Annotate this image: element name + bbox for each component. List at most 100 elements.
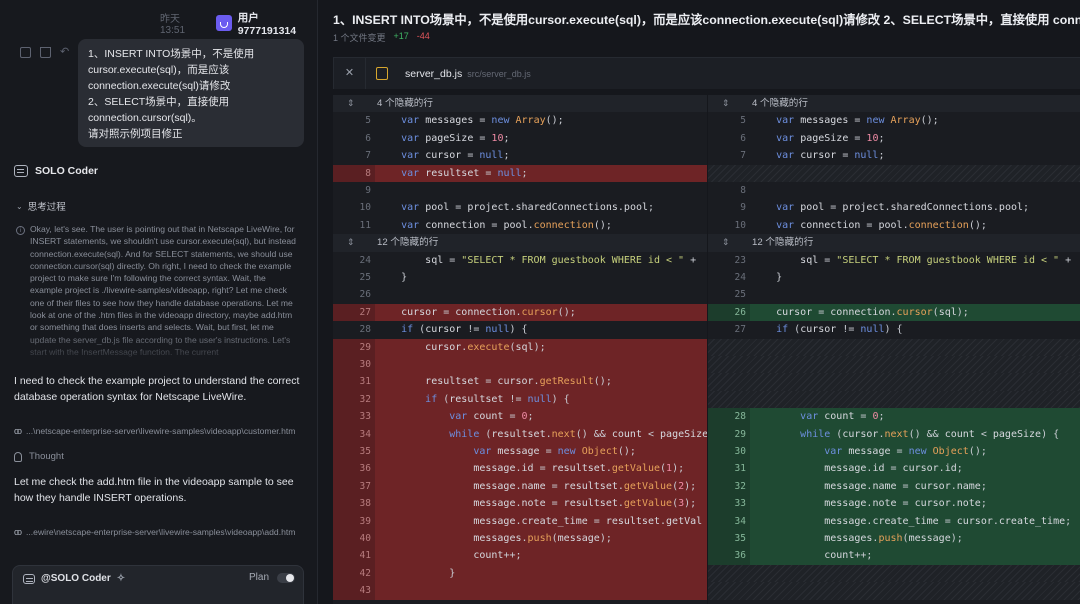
- file-reference[interactable]: oo ...\netscape-enterprise-server\livewi…: [14, 426, 314, 436]
- line-code: if (cursor != null) {: [401, 324, 528, 336]
- plan-toggle[interactable]: [277, 572, 295, 583]
- line-number: 8: [740, 185, 746, 196]
- diff-line: 7 var cursor = null;: [708, 147, 1080, 164]
- line-number: 32: [333, 390, 375, 409]
- copy-icon[interactable]: [20, 47, 31, 58]
- user-avatar-icon: [215, 15, 232, 31]
- file-reference-path: ...ewire\netscape-enterprise-server\live…: [26, 527, 296, 537]
- message-timestamp: 昨天 13:51: [160, 14, 186, 36]
- hidden-lines-label: 12 个隐藏的行: [377, 237, 439, 249]
- line-code: var cursor = null;: [401, 150, 510, 162]
- collapse-icon[interactable]: ✕: [334, 58, 366, 89]
- line-number: 35: [333, 443, 375, 461]
- line-code: var count = 0;: [800, 411, 885, 423]
- diff-line: [708, 373, 1080, 391]
- files-changed: 1 个文件变更: [333, 33, 386, 43]
- diff-line: 6 var pageSize = 10;: [333, 130, 707, 147]
- info-icon: i: [16, 226, 25, 235]
- lightbulb-icon: [14, 451, 22, 462]
- line-code: if (resultset != null) {: [425, 393, 570, 405]
- line-code: var connection = pool.connection();: [776, 219, 987, 231]
- line-number: 10: [359, 202, 371, 214]
- js-file-icon: [376, 67, 388, 80]
- user-chip[interactable]: 用户9777191314: [215, 10, 317, 37]
- line-code: count++;: [824, 550, 873, 562]
- diff-line: 34 while (resultset.next() && count < pa…: [333, 425, 707, 443]
- message-composer[interactable]: @SOLO Coder ✧ Plan: [12, 565, 304, 604]
- line-number: 11: [359, 219, 371, 231]
- diff-line: 32 if (resultset != null) {: [333, 390, 707, 409]
- line-number: 29: [333, 338, 375, 356]
- diff-line: 39 message.create_time = resultset.getVa…: [333, 512, 707, 530]
- diff-pane-original: ⇕ 4 个隐藏的行 5 var messages = new Array(); 6 v…: [333, 95, 707, 604]
- line-number: 23: [734, 254, 746, 266]
- agent-message: Let me check the add.htm file in the vid…: [14, 476, 294, 504]
- magic-wand-icon[interactable]: ✧: [117, 573, 125, 584]
- agent-header: SOLO Coder: [14, 165, 98, 177]
- diff-pane-modified: ⇕ 4 个隐藏的行 5 var messages = new Array(); 6 v…: [708, 95, 1080, 604]
- hidden-lines-expander[interactable]: ⇕ 12 个隐藏的行: [333, 234, 707, 252]
- hidden-lines-expander[interactable]: ⇕ 12 个隐藏的行: [708, 234, 1080, 252]
- hidden-lines-label: 4 个隐藏的行: [752, 98, 808, 109]
- line-code: var cursor = null;: [776, 150, 885, 162]
- line-number: 40: [333, 530, 375, 548]
- file-path: src/server_db.js: [467, 68, 531, 79]
- diff-line: 23 sql = "SELECT * FROM guestbook WHERE …: [708, 252, 1080, 269]
- line-number: 39: [333, 512, 375, 530]
- line-code: var pageSize = 10;: [401, 132, 510, 144]
- line-number: 25: [359, 272, 371, 283]
- line-code: count++;: [473, 550, 522, 562]
- line-code: var pool = project.sharedConnections.poo…: [776, 202, 1030, 214]
- file-name[interactable]: server_db.js: [405, 68, 462, 80]
- undo-icon[interactable]: ↶: [60, 47, 71, 58]
- diff-line: 30: [333, 356, 707, 374]
- plan-toggle-group: Plan: [249, 572, 295, 583]
- diff-line: 36 count++;: [708, 547, 1080, 565]
- line-number: 25: [734, 289, 746, 301]
- file-header: ✕ server_db.js src/server_db.js: [333, 57, 1080, 89]
- hidden-lines-expander[interactable]: ⇕ 4 个隐藏的行: [333, 95, 707, 113]
- thinking-label: 思考过程: [27, 202, 66, 213]
- thinking-toggle[interactable]: ⌄ 思考过程: [16, 199, 66, 214]
- diff-line: 27 cursor = connection.cursor();: [333, 303, 707, 322]
- line-number: 31: [333, 373, 375, 391]
- composer-agent-label: @SOLO Coder: [41, 573, 111, 584]
- diff-line: 36 message.id = resultset.getValue(1);: [333, 460, 707, 478]
- line-number: 6: [740, 132, 746, 144]
- line-number: 30: [333, 356, 375, 374]
- line-code: while (resultset.next() && count < pageS…: [449, 428, 707, 440]
- diff-line: [708, 164, 1080, 182]
- line-code: var connection = pool.connection();: [401, 219, 612, 231]
- link-icon: oo: [14, 527, 22, 537]
- line-number: 7: [740, 150, 746, 162]
- diff-line: 33 var count = 0;: [333, 408, 707, 426]
- hidden-lines-expander[interactable]: ⇕ 4 个隐藏的行: [708, 95, 1080, 113]
- diff-line: 38 message.note = resultset.getValue(3);: [333, 495, 707, 513]
- line-code: message.create_time = resultset.getVal: [473, 515, 703, 527]
- line-number: 28: [708, 408, 750, 426]
- diff-line: 41 count++;: [333, 547, 707, 565]
- diff-line: 8: [708, 182, 1080, 199]
- line-number: 43: [333, 582, 375, 600]
- delete-icon[interactable]: [40, 47, 51, 58]
- diff-line: 40 messages.push(message);: [333, 530, 707, 548]
- diff-line: 25: [708, 286, 1080, 303]
- line-number: 35: [708, 530, 750, 548]
- thought-row[interactable]: Thought: [14, 451, 64, 462]
- line-code: message.note = resultset.getValue(3);: [473, 498, 697, 510]
- diff-line: 30 var message = new Object();: [708, 443, 1080, 461]
- line-number: 33: [333, 408, 375, 426]
- diff-line: 5 var messages = new Array();: [708, 112, 1080, 129]
- file-reference[interactable]: oo ...ewire\netscape-enterprise-server\l…: [14, 527, 314, 537]
- line-code: cursor = connection.cursor(sql);: [776, 306, 969, 318]
- line-code: sql = "SELECT * FROM guestbook WHERE id …: [425, 254, 697, 266]
- user-message-bubble: 1、INSERT INTO场景中，不是使用 cursor.execute(sql…: [78, 39, 304, 147]
- diff-line: 28 var count = 0;: [708, 408, 1080, 426]
- line-number: 5: [740, 115, 746, 127]
- thinking-fade: [0, 330, 317, 366]
- line-number: 36: [708, 547, 750, 565]
- expand-icon: ⇕: [722, 237, 730, 248]
- agent-message: I need to check the example project to u…: [14, 375, 300, 403]
- diff-line: 34 message.create_time = cursor.create_t…: [708, 512, 1080, 530]
- line-number: 41: [333, 547, 375, 565]
